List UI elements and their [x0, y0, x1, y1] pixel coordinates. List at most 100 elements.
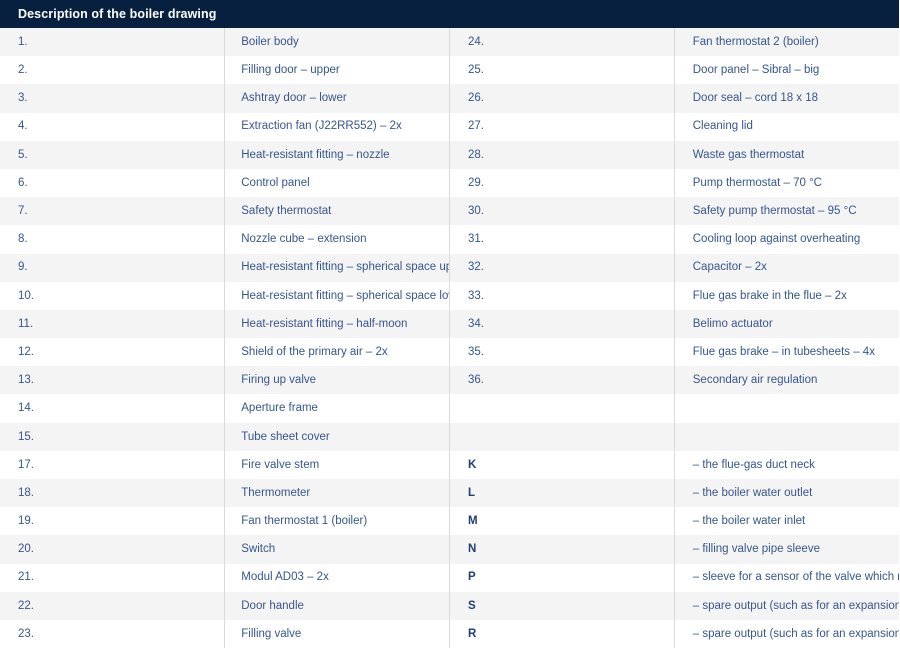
row-index-right: 28. [449, 140, 675, 169]
table-row: 8. Nozzle cube – extension 31. Cooling loop… [0, 225, 899, 254]
row-index-right: R [449, 619, 675, 649]
row-index-left: 2. [0, 56, 226, 85]
row-index-left: 8. [0, 225, 226, 254]
row-description-right: – sleeve for a sensor of the valve which… [692, 571, 899, 584]
row-description-right: – the boiler water inlet [692, 515, 806, 528]
row-description-right: Cooling loop against overheating [692, 233, 861, 246]
row-index-right: P [449, 563, 675, 592]
row-index-left: 10. [0, 281, 226, 310]
row-description-left: Heat-resistant fitting – spherical space… [224, 253, 450, 282]
row-description-left: Aperture frame [224, 394, 450, 423]
row-description-right: – the flue-gas duct neck [692, 458, 815, 471]
table-body: 1. Boiler body 24. Fan thermostat 2 (boiler… [0, 28, 899, 649]
table-row: 17. Fire valve stem K – the flue-gas duct n… [0, 450, 899, 479]
row-description-left: Tube sheet cover [224, 422, 450, 451]
row-index-right: L [449, 479, 675, 508]
row-description-left: Safety thermostat [224, 197, 450, 226]
row-description-left: Filling valve [224, 619, 450, 649]
table-row: 11. Heat-resistant fitting – half-moon 34.… [0, 309, 899, 339]
row-description-left: Door handle [224, 591, 450, 620]
table-row: 9. Heat-resistant fitting – spherical spa… [0, 253, 899, 282]
row-description-right: Secondary air regulation [692, 374, 818, 387]
row-index-left: 5. [0, 140, 226, 169]
row-description-right: Door panel – Sibral – big [692, 64, 820, 77]
table-row: 19. Fan thermostat 1 (boiler) M – the boile… [0, 507, 899, 536]
row-description-left: Nozzle cube – extension [224, 225, 450, 254]
row-description-right: Door seal – cord 18 x 18 [692, 92, 819, 105]
row-index-right: 33. [449, 281, 675, 310]
row-description-right: Waste gas thermostat [692, 148, 805, 161]
row-description-right: – the boiler water outlet [692, 486, 813, 499]
table-row: 6. Control panel 29. Pump thermostat – 70 °… [0, 168, 899, 198]
row-index-left: 18. [0, 479, 226, 508]
row-index-left: 21. [0, 563, 226, 592]
table-row: 18. Thermometer L – the boiler water outlet [0, 479, 899, 508]
table-row: 2. Filling door – upper 25. Door panel – Si… [0, 56, 899, 85]
row-description-left: Firing up valve [224, 366, 450, 395]
table-row: 13. Firing up valve 36. Secondary air regul… [0, 366, 899, 395]
table-row: 14. Aperture frame [0, 394, 899, 423]
row-description-left: Heat-resistant fitting – nozzle [224, 140, 450, 169]
row-description-right: Safety pump thermostat – 95 °C [692, 205, 857, 218]
row-index-right [449, 394, 675, 423]
row-description-left: Boiler body [224, 28, 450, 57]
row-description-left: Filling door – upper [224, 56, 450, 85]
table-row: 23. Filling valve R – spare output (such as… [0, 619, 899, 649]
row-index-left: 19. [0, 507, 226, 536]
row-index-right: 32. [449, 253, 675, 282]
table-row: 7. Safety thermostat 30. Safety pump thermo… [0, 197, 899, 226]
table-row: 1. Boiler body 24. Fan thermostat 2 (boiler… [0, 28, 899, 57]
row-index-right: 27. [449, 112, 675, 141]
row-index-right: 31. [449, 225, 675, 254]
row-index-right: 29. [449, 168, 675, 198]
row-description-right: Belimo actuator [692, 317, 773, 330]
row-index-left: 6. [0, 168, 226, 198]
table-row: 22. Door handle S – spare output (such as f… [0, 591, 899, 620]
row-index-right: 34. [449, 309, 675, 339]
row-description-left: Modul AD03 – 2x [224, 563, 450, 592]
row-index-right: S [449, 591, 675, 620]
row-index-left: 3. [0, 84, 226, 113]
row-description-left: Heat-resistant fitting – half-moon [224, 309, 450, 339]
boiler-drawing-legend-table: Description of the boiler drawing 1. Boil… [0, 0, 899, 649]
table-row: 12. Shield of the primary air – 2x 35. Flue… [0, 338, 899, 367]
row-index-right [449, 422, 675, 451]
row-description-right [674, 394, 899, 422]
row-index-left: 17. [0, 450, 226, 479]
page-title: Description of the boiler drawing [0, 0, 899, 28]
row-description-right: – filling valve pipe sleeve [692, 543, 820, 556]
row-description-right: Capacitor – 2x [692, 261, 767, 274]
row-index-left: 11. [0, 309, 226, 339]
table-row: 4. Extraction fan (J22RR552) – 2x 27. Clean… [0, 112, 899, 141]
row-index-right: N [449, 535, 675, 564]
table-header: Description of the boiler drawing [0, 0, 899, 28]
row-description-right: – spare output (such as for an expansion… [692, 599, 899, 612]
row-description-right: Cleaning lid [692, 120, 753, 133]
row-index-left: 7. [0, 197, 226, 226]
row-index-right: 24. [449, 28, 675, 57]
row-index-right: 25. [449, 56, 675, 85]
row-index-left: 12. [0, 338, 226, 367]
row-index-left: 22. [0, 591, 226, 620]
table-row: 21. Modul AD03 – 2x P – sleeve for a sensor… [0, 563, 899, 592]
row-description-left: Control panel [224, 168, 450, 198]
row-index-left: 9. [0, 253, 226, 282]
row-description-left: Fan thermostat 1 (boiler) [224, 507, 450, 536]
table-row: 10. Heat-resistant fitting – spherical sp… [0, 281, 899, 310]
row-index-right: 26. [449, 84, 675, 113]
row-index-right: 30. [449, 197, 675, 226]
row-description-left: Extraction fan (J22RR552) – 2x [224, 112, 450, 141]
table-row: 3. Ashtray door – lower 26. Door seal – cor… [0, 84, 899, 113]
row-index-left: 23. [0, 619, 226, 649]
row-description-left: Fire valve stem [224, 450, 450, 479]
row-description-right: – spare output (such as for an expansion… [692, 627, 899, 640]
row-index-left: 13. [0, 366, 226, 395]
row-index-right: M [449, 507, 675, 536]
row-index-left: 14. [0, 394, 226, 423]
row-index-right: 36. [449, 366, 675, 395]
row-index-left: 4. [0, 112, 226, 141]
table-row: 5. Heat-resistant fitting – nozzle 28. Wast… [0, 140, 899, 169]
row-index-right: 35. [449, 338, 675, 367]
row-description-right: Pump thermostat – 70 °C [692, 176, 822, 189]
row-description-left: Thermometer [224, 479, 450, 508]
